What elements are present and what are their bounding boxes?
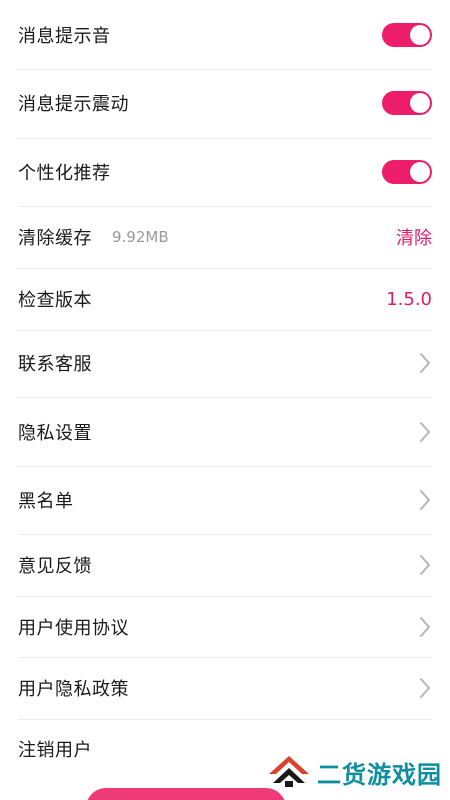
setting-check-version[interactable]: 检查版本 1.5.0: [0, 276, 450, 322]
settings-screen: 消息提示音 消息提示震动 个性化推荐 清除缓存 9.92MB 清除 检查版本 1…: [0, 0, 450, 800]
personalized-toggle[interactable]: [382, 160, 432, 184]
setting-label: 消息提示音: [18, 26, 111, 47]
chevron-right-icon: [418, 677, 432, 699]
chevron-right-icon: [418, 554, 432, 576]
toggle-knob: [410, 25, 430, 45]
setting-label: 黑名单: [18, 491, 74, 512]
setting-label: 意见反馈: [18, 556, 92, 577]
divider: [18, 330, 432, 331]
setting-label: 检查版本: [18, 290, 92, 311]
divider: [18, 69, 432, 70]
divider: [18, 138, 432, 139]
version-number: 1.5.0: [386, 288, 432, 310]
setting-personalized: 个性化推荐: [0, 149, 450, 195]
setting-message-vibrate: 消息提示震动: [0, 80, 450, 126]
message-vibrate-toggle[interactable]: [382, 91, 432, 115]
setting-label: 注销用户: [18, 740, 92, 761]
setting-feedback[interactable]: 意见反馈: [0, 542, 450, 588]
setting-label: 用户使用协议: [18, 618, 129, 639]
setting-clear-cache: 清除缓存 9.92MB 清除: [0, 214, 450, 260]
setting-user-agreement[interactable]: 用户使用协议: [0, 604, 450, 650]
watermark: 二货游戏园: [267, 752, 442, 792]
divider: [18, 596, 432, 597]
setting-blacklist[interactable]: 黑名单: [0, 477, 450, 523]
divider: [18, 719, 432, 720]
divider: [18, 534, 432, 535]
chevron-right-icon: [418, 616, 432, 638]
cache-size: 9.92MB: [112, 228, 169, 246]
setting-label: 个性化推荐: [18, 163, 111, 184]
chevron-right-icon: [418, 489, 432, 511]
divider: [18, 397, 432, 398]
watermark-logo-icon: [269, 756, 309, 787]
setting-label: 清除缓存: [18, 228, 92, 249]
setting-label: 隐私设置: [18, 423, 92, 444]
divider: [18, 206, 432, 207]
divider: [18, 657, 432, 658]
divider: [18, 268, 432, 269]
setting-message-sound: 消息提示音: [0, 12, 450, 58]
setting-label: 联系客服: [18, 354, 92, 375]
toggle-knob: [410, 162, 430, 182]
toggle-knob: [410, 93, 430, 113]
setting-privacy-policy[interactable]: 用户隐私政策: [0, 665, 450, 711]
chevron-right-icon: [418, 352, 432, 374]
divider: [18, 466, 432, 467]
clear-cache-button[interactable]: 清除: [396, 224, 432, 250]
setting-contact-service[interactable]: 联系客服: [0, 340, 450, 386]
setting-label: 消息提示震动: [18, 94, 129, 115]
setting-privacy-settings[interactable]: 隐私设置: [0, 409, 450, 455]
logout-button[interactable]: [86, 788, 286, 800]
message-sound-toggle[interactable]: [382, 23, 432, 47]
chevron-right-icon: [418, 421, 432, 443]
setting-label: 用户隐私政策: [18, 679, 129, 700]
watermark-text: 二货游戏园: [317, 760, 442, 789]
